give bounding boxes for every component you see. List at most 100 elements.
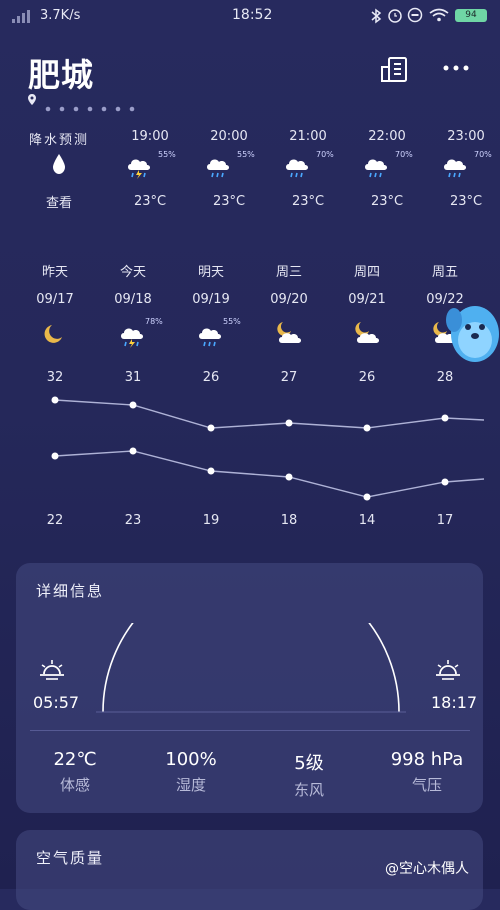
hour-temp: 23°C (449, 194, 483, 209)
hour-temp: 23°C (212, 194, 246, 209)
precip-percent: 55% (223, 317, 241, 326)
high-temp-point (363, 424, 371, 432)
sunset-time: 18:17 (431, 693, 478, 712)
hourly-forecast-item: 23:00 70% 23°C (426, 129, 500, 214)
details-title: 详细信息 (36, 582, 105, 600)
thunder-rain-icon (121, 328, 143, 348)
high-temp-point (441, 414, 449, 422)
precip-view-link[interactable]: 查看 (46, 192, 72, 211)
low-temp-point (363, 493, 371, 501)
location-pin-icon (28, 94, 36, 105)
rain-cloud-icon (286, 159, 308, 178)
details-divider (30, 730, 470, 731)
detail-stat: 100% 湿度 (146, 749, 236, 795)
low-temp-line (54, 450, 485, 498)
day-name: 明天 (197, 265, 224, 280)
city-manage-icon[interactable] (380, 56, 410, 84)
hourly-forecast-item: 21:00 70% 23°C (268, 129, 348, 214)
battery-level: 94 (465, 10, 477, 20)
rain-cloud-icon (199, 328, 221, 347)
battery-icon: 94 (455, 9, 487, 22)
hour-temp: 23°C (291, 194, 325, 209)
hourly-forecast-item: 19:00 55% 23°C (110, 129, 190, 214)
bluetooth-icon (371, 8, 382, 24)
sunrise-time: 05:57 (33, 693, 80, 712)
high-temp-point (207, 424, 215, 432)
page-indicator-dots (45, 97, 135, 116)
status-bar: 3.7K/s 18:52 94 (0, 0, 500, 32)
moon-icon (44, 325, 62, 343)
day-date: 09/21 (348, 292, 386, 307)
hour-time: 22:00 (368, 129, 406, 144)
low-temp-label: 18 (280, 513, 298, 528)
stat-value: 5级 (294, 753, 324, 774)
clock: 18:52 (232, 7, 273, 23)
day-name: 昨天 (41, 265, 68, 280)
alarm-icon (388, 9, 402, 23)
day-date: 09/19 (192, 292, 230, 307)
high-temp-point (51, 396, 59, 404)
rain-cloud-icon (365, 159, 387, 178)
day-date: 09/17 (36, 292, 74, 307)
daily-forecast-item[interactable]: 周四 09/21 26 (327, 261, 407, 385)
details-card: 详细信息 05:57 18:17 22℃ 体感 100% 湿度 5级东风 998 hPa 气… (16, 563, 483, 813)
stat-label: 东风 (293, 781, 324, 799)
hour-time: 21:00 (289, 129, 327, 144)
high-temp-line (54, 399, 485, 429)
low-temp-point (285, 473, 293, 481)
network-speed: 3.7K/s (40, 8, 81, 23)
day-date: 09/20 (270, 292, 308, 307)
hour-temp: 23°C (133, 194, 167, 209)
low-temp-label: 19 (202, 513, 220, 528)
sunrise-icon (40, 660, 64, 680)
detail-stat: 22℃ 体感 (30, 749, 120, 795)
wifi-icon (429, 8, 449, 22)
mascot-sticker (446, 306, 499, 362)
daily-forecast-item[interactable]: 昨天 09/17 32 (15, 261, 95, 385)
detail-stat: 5级东风 (264, 749, 354, 800)
day-name: 周四 (353, 265, 380, 280)
low-temp-point (51, 452, 59, 460)
moon-cloud-icon (355, 322, 379, 343)
hour-time: 19:00 (131, 129, 169, 144)
hourly-forecast-item: 22:00 70% 23°C (347, 129, 427, 214)
low-temp-label: 14 (358, 513, 376, 528)
sun-arc (96, 623, 406, 713)
sunset-icon (436, 660, 460, 680)
raindrop-icon (53, 154, 65, 174)
stat-label: 湿度 (175, 776, 206, 794)
precip-percent: 70% (395, 150, 413, 159)
precip-percent: 70% (316, 150, 334, 159)
rain-cloud-icon (207, 159, 229, 178)
daily-forecast-item[interactable]: 明天 09/19 55% 26 (171, 261, 251, 385)
low-temp-label: 22 (46, 513, 64, 528)
more-icon[interactable] (442, 64, 470, 72)
daily-forecast-item[interactable]: 今天 09/18 78% 31 (93, 261, 173, 385)
temperature-trend-chart (51, 396, 485, 501)
stat-label: 体感 (59, 776, 90, 794)
precip-percent: 78% (145, 317, 163, 326)
hourly-forecast-item: 20:00 55% 23°C (189, 129, 269, 214)
stat-value: 22℃ (53, 749, 97, 770)
precip-percent: 55% (237, 150, 255, 159)
stat-value: 998 hPa (390, 749, 464, 770)
rain-cloud-icon (444, 159, 466, 178)
day-date: 09/18 (114, 292, 152, 307)
day-name: 今天 (119, 265, 146, 280)
hour-time: 20:00 (210, 129, 248, 144)
daily-forecast-item[interactable]: 周三 09/20 27 (249, 261, 329, 385)
signal-icon (12, 10, 30, 23)
day-name: 周三 (275, 265, 302, 280)
precip-percent: 55% (158, 150, 176, 159)
day-name: 周五 (431, 265, 458, 280)
stat-value: 100% (165, 749, 217, 770)
city-title[interactable]: 肥城 (28, 50, 94, 96)
precip-percent: 70% (474, 150, 492, 159)
low-temp-point (207, 467, 215, 475)
stat-label: 气压 (411, 776, 442, 794)
high-temp-point (129, 401, 137, 409)
high-temp-point (285, 419, 293, 427)
precip-forecast-label: 降水预测 (29, 133, 90, 148)
detail-stat: 998 hPa 气压 (382, 749, 472, 795)
hour-temp: 23°C (370, 194, 404, 209)
